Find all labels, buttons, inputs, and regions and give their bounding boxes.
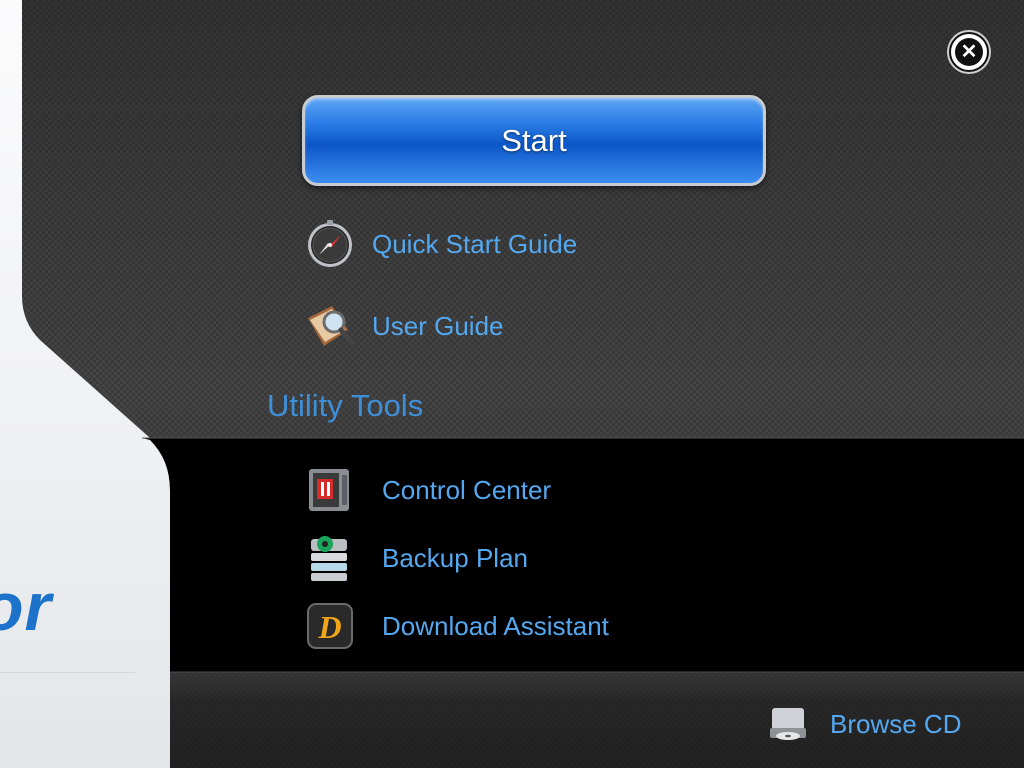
download-assistant-link[interactable]: D Download Assistant — [304, 600, 609, 652]
svg-text:D: D — [317, 609, 341, 645]
download-assistant-label: Download Assistant — [382, 610, 609, 641]
control-center-label: Control Center — [382, 474, 552, 505]
start-button[interactable]: Start — [302, 95, 766, 186]
quick-start-guide-link[interactable]: Quick Start Guide — [304, 218, 577, 270]
cd-drive-icon — [764, 698, 812, 750]
backup-plan-icon — [304, 532, 356, 584]
utility-tools-heading: Utility Tools — [267, 388, 424, 423]
browse-cd-label: Browse CD — [830, 708, 962, 739]
control-center-icon — [304, 464, 356, 516]
backup-plan-link[interactable]: Backup Plan — [304, 532, 528, 584]
browse-cd-button[interactable]: Browse CD — [764, 698, 961, 750]
user-guide-label: User Guide — [372, 310, 504, 341]
control-center-link[interactable]: Control Center — [304, 464, 551, 516]
book-search-icon — [304, 300, 356, 352]
start-button-label: Start — [501, 122, 567, 158]
quick-start-guide-label: Quick Start Guide — [372, 228, 578, 259]
installer-window: or — [0, 0, 1024, 768]
user-guide-link[interactable]: User Guide — [304, 300, 504, 352]
backup-plan-label: Backup Plan — [382, 542, 528, 573]
download-assistant-icon: D — [304, 600, 356, 652]
close-button[interactable]: ✕ — [949, 32, 989, 72]
close-icon: ✕ — [955, 38, 983, 66]
compass-icon — [304, 218, 356, 270]
